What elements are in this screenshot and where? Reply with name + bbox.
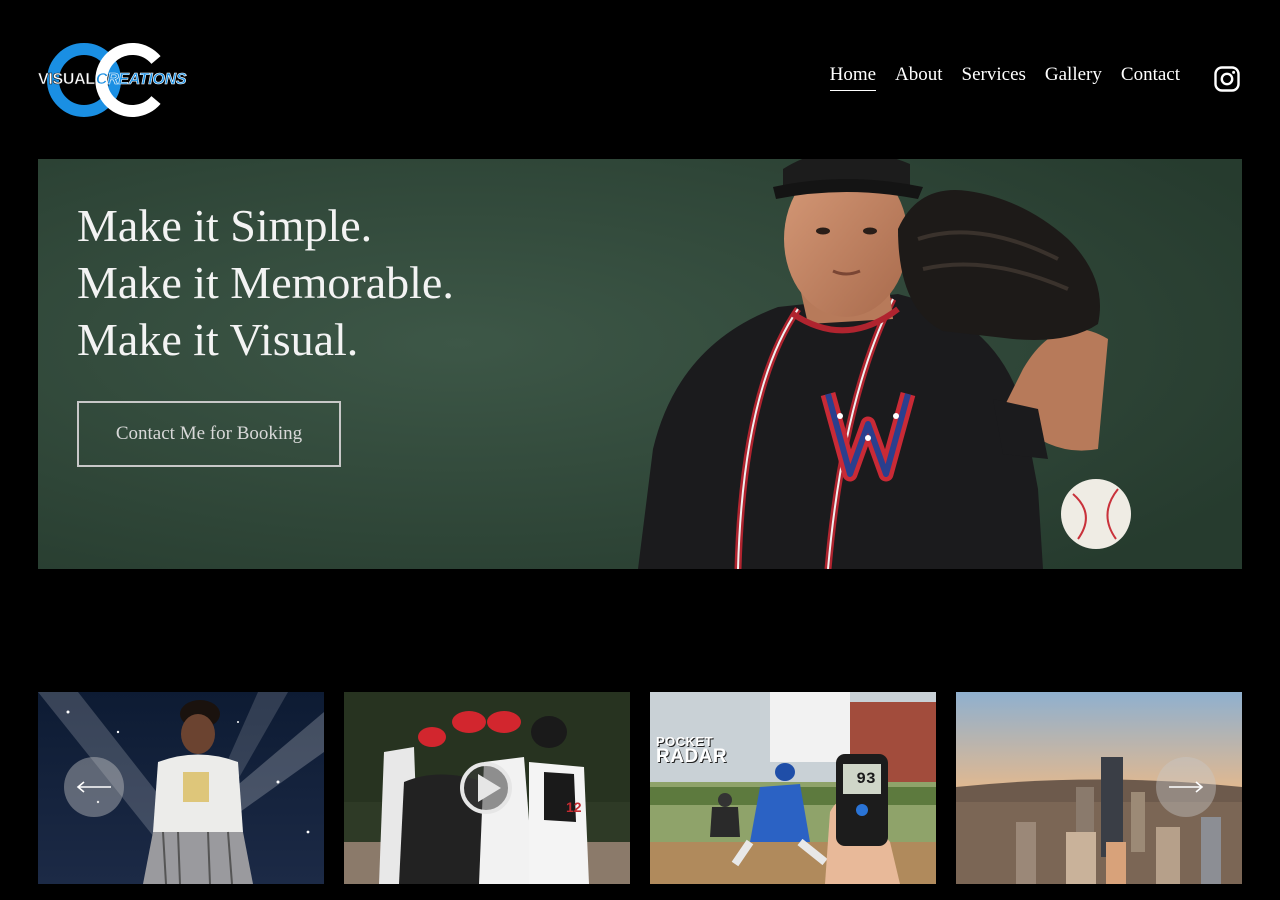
nav-contact[interactable]: Contact — [1121, 64, 1180, 91]
pocket-radar-caption: POCKET RADAR — [656, 734, 728, 767]
logo-word-creations: CREATIONS — [95, 71, 187, 89]
nav-services[interactable]: Services — [962, 64, 1026, 91]
radar-speed-reading: 93 — [856, 770, 876, 788]
nav-home[interactable]: Home — [829, 64, 877, 91]
svg-text:12: 12 — [566, 799, 582, 815]
logo-word-visual: VISUAL — [38, 71, 96, 89]
logo-wordmark: VISUAL CREATIONS — [38, 69, 187, 91]
pocket-radar-photo[interactable]: POCKET RADAR 93 — [650, 692, 936, 884]
site-header: VISUAL CREATIONS Home About Services Gal… — [0, 0, 1280, 155]
hero-line-visual: Make it Visual. — [77, 314, 359, 365]
hero-line-simple: Make it Simple. — [77, 200, 373, 251]
nav-gallery[interactable]: Gallery — [1045, 64, 1102, 91]
radar-caption-bottom: RADAR — [656, 746, 728, 767]
arrow-right-icon[interactable] — [1156, 757, 1216, 817]
site-logo[interactable]: VISUAL CREATIONS — [38, 40, 187, 120]
hero-line-memorable: Make it Memorable. — [77, 257, 454, 308]
baseball-mound-video[interactable]: 12 — [344, 692, 630, 884]
instagram-icon[interactable] — [1214, 66, 1240, 92]
gallery-carousel: 12 POCKET RADAR 93 — [38, 692, 1242, 884]
hero-banner: Make it Simple. Make it Memorable. Make … — [38, 159, 1242, 569]
main-nav: Home About Services Gallery Contact — [829, 64, 1180, 91]
nav-about[interactable]: About — [895, 64, 943, 91]
play-icon — [460, 762, 512, 814]
arrow-left-icon[interactable] — [64, 757, 124, 817]
hero-headline: Make it Simple. Make it Memorable. Make … — [77, 197, 597, 368]
contact-booking-button[interactable]: Contact Me for Booking — [77, 401, 341, 467]
